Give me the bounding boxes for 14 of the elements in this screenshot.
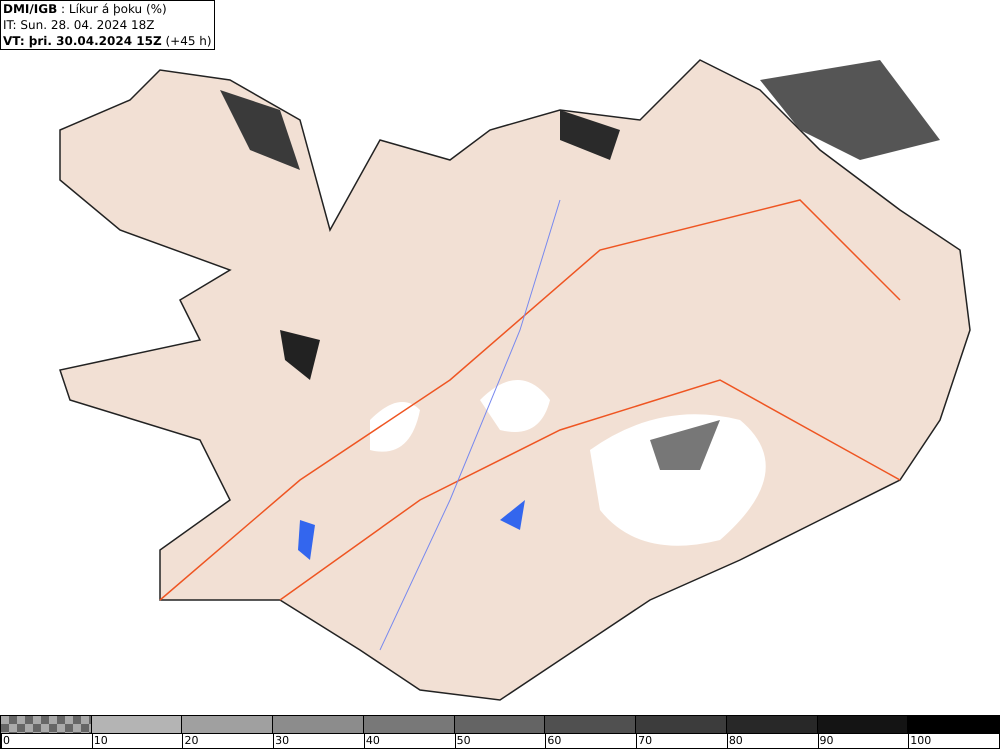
legend-tick-label: 60 bbox=[545, 734, 562, 748]
legend-tick-label: 0 bbox=[1, 734, 10, 748]
legend-tick-label: 100 bbox=[908, 734, 932, 748]
legend-tick-label: 90 bbox=[818, 734, 834, 748]
legend-tick-label: 20 bbox=[182, 734, 198, 748]
legend-tick-label: 70 bbox=[636, 734, 652, 748]
legend-tick-label: 40 bbox=[364, 734, 380, 748]
info-line: IT: Sun. 28. 04. 2024 18Z bbox=[3, 17, 156, 33]
info-line: DMI/IGB : Líkur á þoku (%) bbox=[3, 1, 168, 17]
info-line: VT: þri. 30.04.2024 15Z (+45 h) bbox=[3, 33, 212, 49]
legend-tick-label: 80 bbox=[726, 734, 743, 748]
legend-tick-label: 10 bbox=[92, 734, 108, 748]
legend-tick-label: 30 bbox=[273, 734, 290, 748]
legend-tick-label: 50 bbox=[454, 734, 471, 748]
